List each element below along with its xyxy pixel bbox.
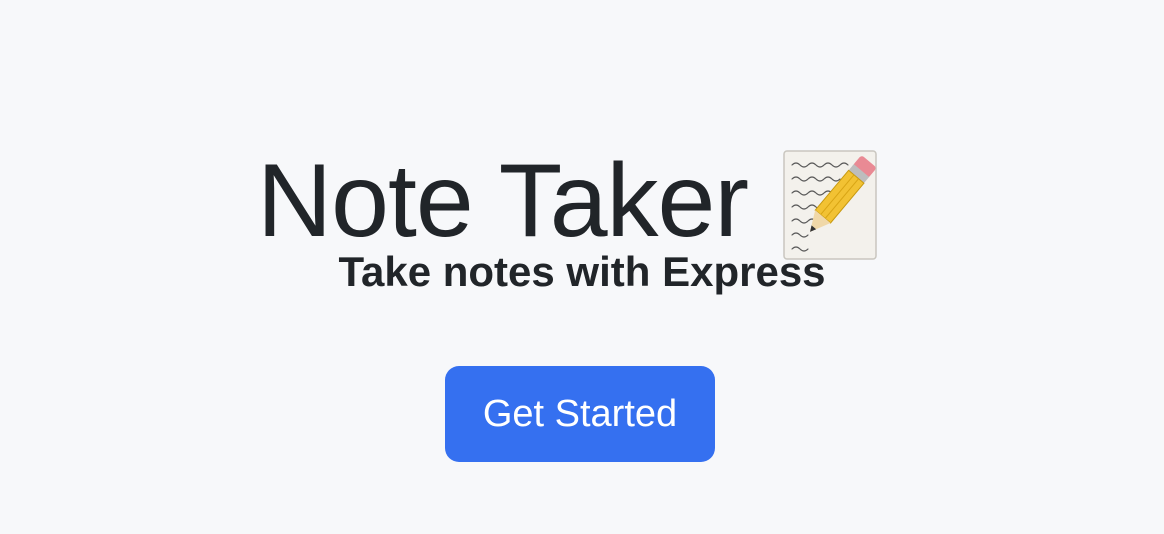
page-title: Note Taker: [257, 142, 882, 262]
get-started-button[interactable]: Get Started: [445, 366, 715, 462]
memo-pencil-icon: [782, 149, 882, 263]
page-subtitle: Take notes with Express: [338, 248, 826, 295]
hero-section: Note Taker Take notes with Express Get S…: [0, 0, 1164, 534]
page-title-text: Note Taker: [257, 143, 749, 260]
